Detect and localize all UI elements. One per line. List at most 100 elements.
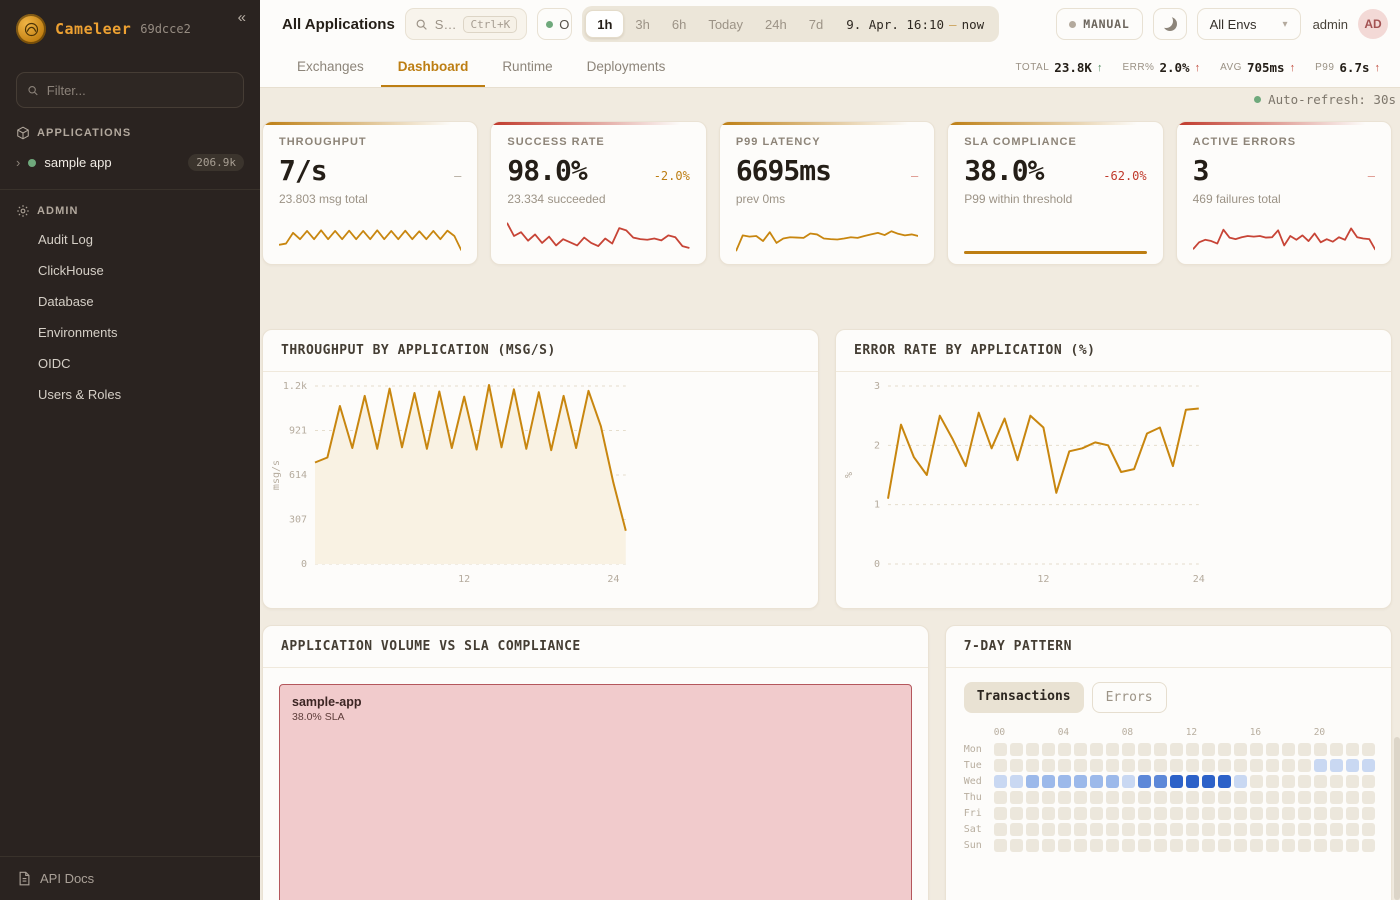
heatmap-cell[interactable]	[1218, 807, 1231, 820]
sidebar-item-users-roles[interactable]: Users & Roles	[0, 379, 260, 410]
heatmap-cell[interactable]	[1074, 775, 1087, 788]
heatmap-cell[interactable]	[1106, 775, 1119, 788]
heatmap-cell[interactable]	[1138, 807, 1151, 820]
heatmap-cell[interactable]	[1346, 791, 1359, 804]
heatmap-cell[interactable]	[1154, 775, 1167, 788]
heatmap-cell[interactable]	[1186, 743, 1199, 756]
heatmap-cell[interactable]	[1026, 775, 1039, 788]
heatmap-cell[interactable]	[1042, 743, 1055, 756]
range-button-6h[interactable]: 6h	[661, 10, 697, 38]
heatmap-cell[interactable]	[1154, 791, 1167, 804]
heatmap-cell[interactable]	[1122, 743, 1135, 756]
tab-deployments[interactable]: Deployments	[570, 48, 683, 87]
sidebar-item-oidc[interactable]: OIDC	[0, 348, 260, 379]
sidebar-item-api-docs[interactable]: API Docs	[0, 856, 260, 900]
heatmap-cell[interactable]	[1186, 759, 1199, 772]
heatmap-cell[interactable]	[1234, 775, 1247, 788]
heatmap-cell[interactable]	[1026, 791, 1039, 804]
env-select[interactable]: All Envs ▾	[1197, 8, 1301, 40]
sidebar-filter-input[interactable]	[47, 83, 233, 98]
heatmap-cell[interactable]	[1058, 807, 1071, 820]
tab-dashboard[interactable]: Dashboard	[381, 48, 486, 87]
heatmap-cell[interactable]	[1330, 759, 1343, 772]
heatmap-cell[interactable]	[1090, 807, 1103, 820]
heatmap-cell[interactable]	[1186, 839, 1199, 852]
heatmap-cell[interactable]	[1330, 823, 1343, 836]
heatmap-cell[interactable]	[1218, 839, 1231, 852]
heatmap-cell[interactable]	[1282, 807, 1295, 820]
heatmap-cell[interactable]	[1170, 791, 1183, 804]
heatmap-cell[interactable]	[1266, 823, 1279, 836]
heatmap-cell[interactable]	[1298, 791, 1311, 804]
heatmap-cell[interactable]	[1330, 807, 1343, 820]
heatmap-cell[interactable]	[1090, 823, 1103, 836]
heatmap-cell[interactable]	[1218, 791, 1231, 804]
heatmap-cell[interactable]	[994, 775, 1007, 788]
heatmap-cell[interactable]	[1202, 823, 1215, 836]
heatmap-cell[interactable]	[994, 839, 1007, 852]
heatmap-cell[interactable]	[1138, 743, 1151, 756]
heatmap-cell[interactable]	[1266, 775, 1279, 788]
heatmap-cell[interactable]	[1282, 743, 1295, 756]
heatmap-cell[interactable]	[1250, 823, 1263, 836]
dark-mode-toggle[interactable]	[1153, 8, 1187, 40]
heatmap-cell[interactable]	[1202, 775, 1215, 788]
heatmap-cell[interactable]	[1202, 791, 1215, 804]
heatmap-cell[interactable]	[1218, 759, 1231, 772]
heatmap-cell[interactable]	[1362, 807, 1375, 820]
scrollbar-thumb[interactable]	[1394, 737, 1400, 900]
heatmap-cell[interactable]	[1010, 807, 1023, 820]
heatmap-cell[interactable]	[1138, 759, 1151, 772]
heatmap-cell[interactable]	[1170, 759, 1183, 772]
toggle-errors[interactable]: Errors	[1092, 682, 1167, 713]
heatmap-cell[interactable]	[1042, 807, 1055, 820]
heatmap-cell[interactable]	[1122, 759, 1135, 772]
heatmap-cell[interactable]	[1090, 839, 1103, 852]
heatmap-cell[interactable]	[1042, 775, 1055, 788]
heatmap-cell[interactable]	[1074, 807, 1087, 820]
heatmap-cell[interactable]	[1362, 823, 1375, 836]
treemap-node-sample-app[interactable]: sample-app 38.0% SLA	[279, 684, 912, 900]
range-button-24h[interactable]: 24h	[754, 10, 798, 38]
heatmap-cell[interactable]	[1106, 823, 1119, 836]
heatmap-cell[interactable]	[1362, 775, 1375, 788]
heatmap-cell[interactable]	[1058, 791, 1071, 804]
collapse-sidebar-icon[interactable]: «	[238, 9, 246, 26]
heatmap-cell[interactable]	[1090, 743, 1103, 756]
heatmap-cell[interactable]	[1074, 791, 1087, 804]
heatmap-cell[interactable]	[1234, 759, 1247, 772]
heatmap-cell[interactable]	[1234, 807, 1247, 820]
heatmap-cell[interactable]	[1330, 775, 1343, 788]
heatmap-cell[interactable]	[1298, 759, 1311, 772]
heatmap-cell[interactable]	[1026, 807, 1039, 820]
heatmap-cell[interactable]	[1058, 823, 1071, 836]
heatmap-cell[interactable]	[1122, 791, 1135, 804]
heatmap-cell[interactable]	[1266, 743, 1279, 756]
heatmap-cell[interactable]	[1266, 807, 1279, 820]
heatmap-cell[interactable]	[1058, 839, 1071, 852]
heatmap-cell[interactable]	[1250, 759, 1263, 772]
heatmap-cell[interactable]	[1026, 839, 1039, 852]
heatmap-cell[interactable]	[1106, 839, 1119, 852]
heatmap-cell[interactable]	[1106, 807, 1119, 820]
heatmap-cell[interactable]	[1282, 759, 1295, 772]
heatmap-cell[interactable]	[1330, 743, 1343, 756]
sidebar-item-environments[interactable]: Environments	[0, 317, 260, 348]
chevron-right-icon[interactable]: ›	[16, 155, 20, 170]
heatmap-cell[interactable]	[1298, 807, 1311, 820]
range-button-1h[interactable]: 1h	[585, 10, 624, 38]
heatmap-cell[interactable]	[1362, 791, 1375, 804]
heatmap-cell[interactable]	[1042, 839, 1055, 852]
heatmap-cell[interactable]	[1234, 839, 1247, 852]
heatmap-cell[interactable]	[1090, 759, 1103, 772]
heatmap-cell[interactable]	[1346, 775, 1359, 788]
heatmap-cell[interactable]	[1122, 823, 1135, 836]
heatmap-cell[interactable]	[994, 743, 1007, 756]
heatmap-cell[interactable]	[1298, 743, 1311, 756]
heatmap-cell[interactable]	[1138, 823, 1151, 836]
heatmap-cell[interactable]	[1346, 807, 1359, 820]
time-range-display[interactable]: 9. Apr. 16:10–now	[834, 17, 996, 32]
heatmap-cell[interactable]	[1010, 839, 1023, 852]
heatmap-cell[interactable]	[1026, 743, 1039, 756]
heatmap-cell[interactable]	[1010, 775, 1023, 788]
